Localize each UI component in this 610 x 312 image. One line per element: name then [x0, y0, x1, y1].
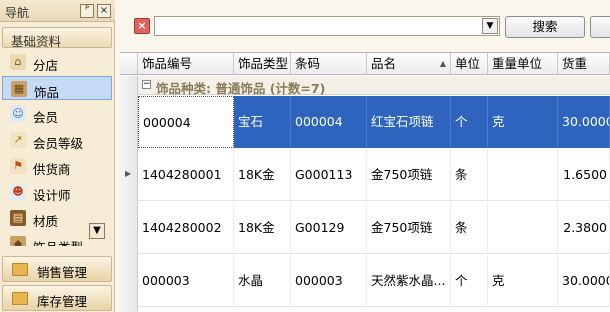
- cell-barcode[interactable]: G00129: [291, 202, 367, 254]
- cell-weight[interactable]: 1.6500: [558, 149, 610, 201]
- cell-name[interactable]: 金750项链: [367, 202, 451, 254]
- cell-unit[interactable]: 条: [451, 149, 488, 201]
- nav-item-member[interactable]: ☺ 会员: [2, 102, 112, 126]
- level-icon: ↗: [10, 132, 26, 148]
- nav-item-label: 材质: [33, 214, 59, 229]
- cell-weight[interactable]: 30.0000: [558, 96, 610, 148]
- column-header-weight[interactable]: 货重: [558, 53, 610, 75]
- nav-list: ⌂ 分店 ▦ 饰品 ☺ 会员 ↗ 会员等级 ⚑ 供货商 ☻ 设计师 ▤ 材质 ◆: [2, 50, 112, 246]
- header-corner: [120, 53, 138, 75]
- nav-header: 导航 ᴾ ×: [0, 0, 115, 22]
- table-row[interactable]: 1404280001 18K金 G000113 金750项链 条 1.6500: [138, 149, 610, 201]
- cell-weight-unit[interactable]: 克: [488, 255, 558, 307]
- nav-group-label: 销售管理: [37, 265, 88, 280]
- table-row[interactable]: 000004 宝石 000004 红宝石项链 个 克 30.0000: [138, 96, 610, 148]
- column-header-type[interactable]: 饰品类型: [234, 53, 291, 75]
- material-icon: ▤: [10, 210, 26, 226]
- pin-icon[interactable]: ᴾ: [80, 4, 94, 18]
- search-input[interactable]: ▼: [154, 16, 500, 36]
- cell-id[interactable]: 1404280002: [138, 202, 234, 254]
- nav-group-inventory[interactable]: 库存管理: [2, 285, 112, 311]
- nav-title: 导航: [5, 6, 30, 20]
- cell-type[interactable]: 18K金: [234, 149, 291, 201]
- nav-item-label: 饰品: [34, 85, 60, 100]
- data-grid[interactable]: 饰品编号 饰品类型 条码 品名 ▲ 单位 重量单位 货重 ▶ − 饰品种类: 普…: [120, 52, 610, 312]
- current-row-indicator-icon: ▶: [125, 169, 132, 178]
- cell-type[interactable]: 18K金: [234, 202, 291, 254]
- chevron-down-icon[interactable]: ▼: [482, 18, 498, 34]
- column-header-id[interactable]: 饰品编号: [138, 53, 234, 75]
- cell-weight-unit[interactable]: [488, 202, 558, 254]
- sort-ascending-icon: ▲: [439, 59, 446, 68]
- cell-unit[interactable]: 条: [451, 202, 488, 254]
- folder-icon: [12, 263, 28, 276]
- nav-item-label: 设计师: [33, 188, 71, 203]
- nav-item-supplier[interactable]: ⚑ 供货商: [2, 154, 112, 178]
- nav-item-designer[interactable]: ☻ 设计师: [2, 180, 112, 204]
- table-row[interactable]: 1404280002 18K金 G00129 金750项链 条 2.3800: [138, 202, 610, 254]
- grid-header: 饰品编号 饰品类型 条码 品名 ▲ 单位 重量单位 货重: [120, 53, 610, 75]
- cell-weight[interactable]: 30.0000: [558, 255, 610, 307]
- nav-group-sales[interactable]: 销售管理: [2, 256, 112, 282]
- nav-item-jewelry[interactable]: ▦ 饰品: [2, 76, 112, 100]
- house-icon: ⌂: [10, 54, 26, 70]
- search-button[interactable]: 搜索: [505, 16, 585, 38]
- nav-item-label: 会员: [33, 110, 59, 125]
- cell-name[interactable]: 金750项链: [367, 149, 451, 201]
- designer-icon: ☻: [10, 184, 26, 200]
- cell-barcode[interactable]: 000004: [291, 96, 367, 148]
- main-area: × ▼ 搜索 饰品编号 饰品类型 条码 品名 ▲ 单位 重量单位 货重 ▶ − …: [120, 0, 610, 312]
- cell-weight[interactable]: 2.3800: [558, 202, 610, 254]
- cell-unit[interactable]: 个: [451, 96, 488, 148]
- nav-item-label: 分店: [33, 58, 59, 73]
- nav-group-label: 库存管理: [37, 294, 88, 309]
- cell-weight-unit[interactable]: 克: [488, 96, 558, 148]
- nav-item-branch[interactable]: ⌂ 分店: [2, 50, 112, 74]
- nav-item-label: 会员等级: [33, 136, 84, 151]
- cell-unit[interactable]: 个: [451, 255, 488, 307]
- cell-name[interactable]: 天然紫水晶...: [367, 255, 451, 307]
- table-row[interactable]: 000003 水晶 000003 天然紫水晶... 个 克 30.0000: [138, 255, 610, 307]
- cell-type[interactable]: 水晶: [234, 255, 291, 307]
- column-header-name-label: 品名: [371, 56, 397, 71]
- nav-group-basic-data[interactable]: 基础资料: [2, 27, 112, 49]
- collapse-group-icon[interactable]: −: [142, 80, 151, 89]
- extra-button[interactable]: [590, 16, 610, 38]
- nav-item-label: 饰品类型: [33, 237, 83, 246]
- nav-item-label: 供货商: [33, 162, 71, 177]
- cell-name[interactable]: 红宝石项链: [367, 96, 451, 148]
- category-icon: ◆: [10, 236, 26, 246]
- cell-barcode[interactable]: 000003: [291, 255, 367, 307]
- folder-icon: [12, 292, 28, 305]
- column-header-barcode[interactable]: 条码: [291, 53, 367, 75]
- cell-type[interactable]: 宝石: [234, 96, 291, 148]
- group-row[interactable]: − 饰品种类: 普通饰品 (计数=7): [138, 76, 610, 96]
- supplier-icon: ⚑: [10, 158, 26, 174]
- navigation-panel: 导航 ᴾ × 基础资料 ⌂ 分店 ▦ 饰品 ☺ 会员 ↗ 会员等级 ⚑ 供货商 …: [0, 0, 115, 312]
- column-header-unit[interactable]: 单位: [451, 53, 488, 75]
- close-icon[interactable]: ×: [97, 4, 111, 18]
- cell-barcode[interactable]: G000113: [291, 149, 367, 201]
- group-label: 饰品种类: 普通饰品 (计数=7): [156, 81, 326, 96]
- column-header-weight-unit[interactable]: 重量单位: [488, 53, 558, 75]
- nav-item-member-level[interactable]: ↗ 会员等级: [2, 128, 112, 152]
- cell-weight-unit[interactable]: [488, 149, 558, 201]
- nav-group-label: 基础资料: [11, 34, 62, 49]
- clear-search-button[interactable]: ×: [134, 18, 150, 34]
- users-icon: ☺: [10, 106, 26, 122]
- box-icon: ▦: [11, 81, 27, 97]
- column-header-name[interactable]: 品名 ▲: [367, 53, 451, 75]
- cell-id[interactable]: 000004: [138, 96, 234, 148]
- cell-id[interactable]: 000003: [138, 255, 234, 307]
- chevron-down-icon[interactable]: ▼: [89, 223, 105, 239]
- row-indicator-column: ▶: [120, 76, 138, 312]
- cell-id[interactable]: 1404280001: [138, 149, 234, 201]
